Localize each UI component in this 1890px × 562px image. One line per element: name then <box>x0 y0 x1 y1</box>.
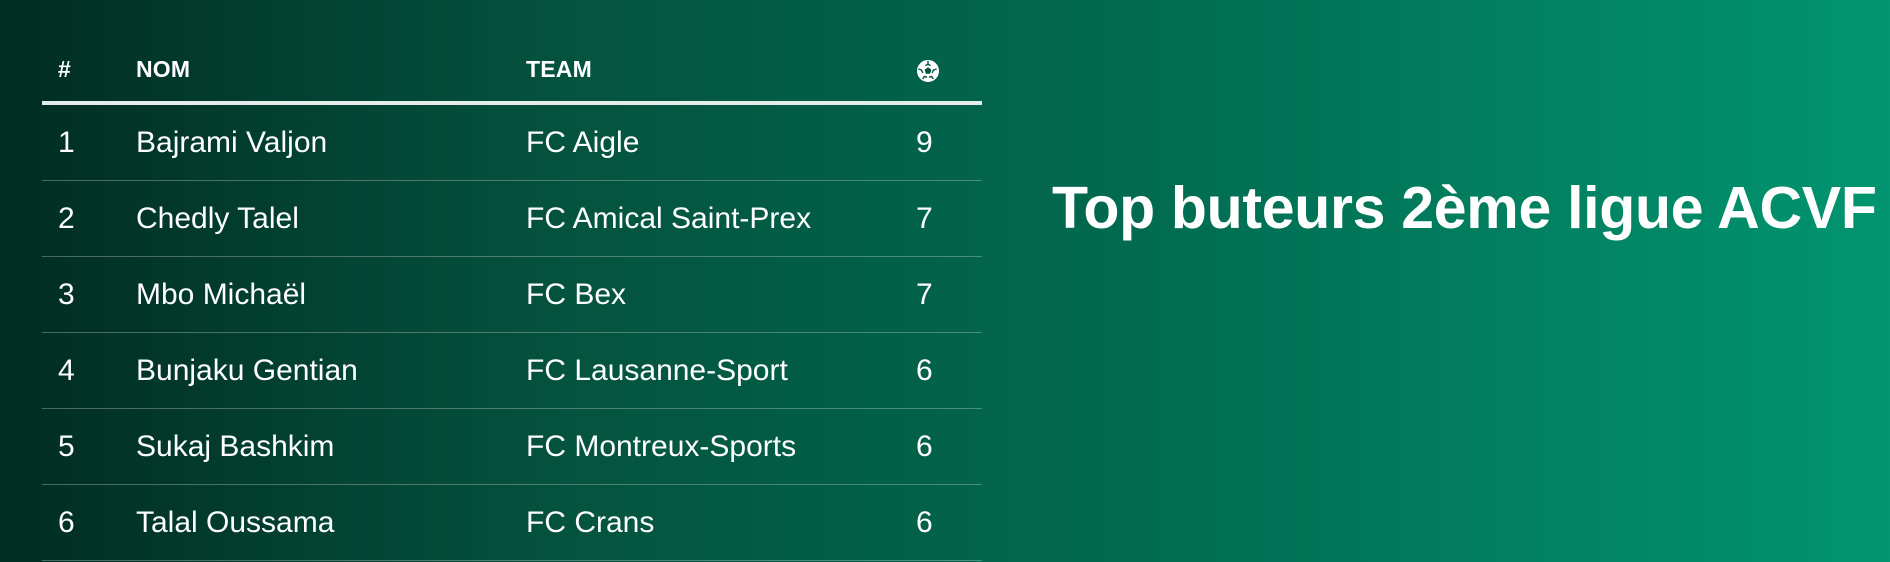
row-goals: 6 <box>916 484 982 561</box>
row-team: FC Amical Saint-Prex <box>526 180 916 257</box>
row-player-name: Sukaj Bashkim <box>136 408 526 485</box>
header-name: NOM <box>136 38 526 105</box>
table-row: 5 Sukaj Bashkim FC Montreux-Sports 6 <box>42 408 982 485</box>
row-rank: 6 <box>42 484 136 561</box>
header-goals <box>916 38 982 105</box>
table-row: 4 Bunjaku Gentian FC Lausanne-Sport 6 <box>42 332 982 409</box>
row-player-name: Chedly Talel <box>136 180 526 257</box>
table-header-row: # NOM TEAM <box>42 38 982 105</box>
header-rank: # <box>42 38 136 105</box>
row-player-name: Mbo Michaël <box>136 256 526 333</box>
row-team: FC Aigle <box>526 103 916 181</box>
table-body: 1 Bajrami Valjon FC Aigle 9 2 Chedly Tal… <box>42 103 982 561</box>
row-team: FC Bex <box>526 256 916 333</box>
row-goals: 7 <box>916 180 982 257</box>
row-rank: 3 <box>42 256 136 333</box>
table-row: 2 Chedly Talel FC Amical Saint-Prex 7 <box>42 180 982 257</box>
row-rank: 1 <box>42 103 136 181</box>
scorers-table: # NOM TEAM 1 Bajrami Valjon FC Aigle 9 2… <box>42 38 982 561</box>
header-team: TEAM <box>526 38 916 105</box>
row-rank: 5 <box>42 408 136 485</box>
table-row: 1 Bajrami Valjon FC Aigle 9 <box>42 103 982 181</box>
row-team: FC Crans <box>526 484 916 561</box>
row-player-name: Bunjaku Gentian <box>136 332 526 409</box>
table-row: 6 Talal Oussama FC Crans 6 <box>42 484 982 561</box>
row-goals: 9 <box>916 103 982 181</box>
scorers-table-panel: # NOM TEAM 1 Bajrami Valjon FC Aigle 9 2… <box>42 38 982 561</box>
row-rank: 2 <box>42 180 136 257</box>
row-goals: 6 <box>916 408 982 485</box>
row-team: FC Lausanne-Sport <box>526 332 916 409</box>
table-row: 3 Mbo Michaël FC Bex 7 <box>42 256 982 333</box>
page-title: Top buteurs 2ème ligue ACVF <box>1052 174 1877 241</box>
row-player-name: Talal Oussama <box>136 484 526 561</box>
row-goals: 6 <box>916 332 982 409</box>
row-rank: 4 <box>42 332 136 409</box>
row-player-name: Bajrami Valjon <box>136 103 526 181</box>
row-team: FC Montreux-Sports <box>526 408 916 485</box>
row-goals: 7 <box>916 256 982 333</box>
table-header: # NOM TEAM <box>42 38 982 105</box>
soccer-ball-icon <box>917 59 939 82</box>
